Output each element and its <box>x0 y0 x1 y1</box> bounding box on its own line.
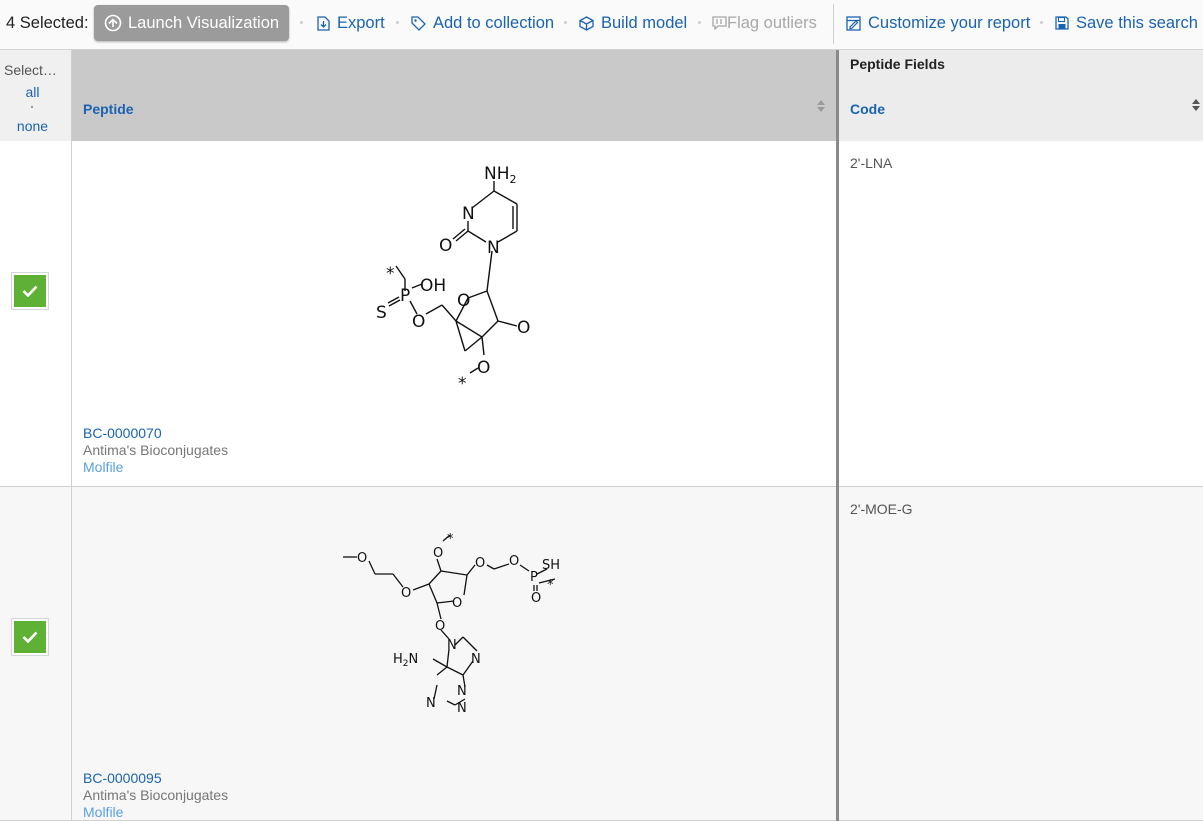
export-label: Export <box>337 13 385 32</box>
atom-o-label: O <box>477 358 490 378</box>
atom-n-label: N <box>447 638 457 653</box>
toolbar-separator-dot <box>300 21 303 24</box>
toolbar-separator-dot <box>396 21 399 24</box>
attachment-star-label: * <box>447 532 454 547</box>
peptide-code: 2'-MOE-G <box>850 501 913 517</box>
atom-p-label: P <box>400 286 410 306</box>
flag-outliers-label: Flag outliers <box>727 13 817 32</box>
atom-o-label: O <box>531 591 541 606</box>
toolbar-separator-dot <box>564 21 567 24</box>
customize-report-button[interactable]: Customize your report <box>846 0 1030 46</box>
attachment-star-label: * <box>386 264 395 284</box>
tag-icon <box>411 15 426 31</box>
atom-n-label: N <box>471 652 481 667</box>
launch-visualization-label: Launch Visualization <box>128 13 280 32</box>
customize-report-label: Customize your report <box>868 13 1031 32</box>
peptide-fields-header: Peptide Fields Code <box>839 50 1203 141</box>
table-row: NH2 N N O O O O O P OH S * * BC-0000070 … <box>0 141 1203 487</box>
select-label: Select… <box>4 62 57 78</box>
launch-visualization-button[interactable]: Launch Visualization <box>94 5 289 41</box>
add-to-collection-button[interactable]: Add to collection <box>411 0 554 46</box>
column-divider[interactable] <box>836 50 839 821</box>
toolbar-divider <box>833 4 834 44</box>
atom-n-label: N <box>457 701 467 716</box>
table-row: O O O O O O O O P SH * * N N N N N H2N B… <box>0 487 1203 821</box>
select-separator-dot <box>31 106 33 108</box>
toolbar-separator-dot <box>1040 21 1043 24</box>
peptide-column-title: Peptide <box>83 101 134 117</box>
save-icon <box>1055 16 1069 30</box>
table-header: Select… all none Peptide Peptide Fields … <box>0 50 1203 141</box>
peptide-cell: O O O O O O O O P SH * * N N N N N H2N B… <box>72 487 836 820</box>
row-select-cell <box>0 141 72 486</box>
atom-o-label: O <box>412 312 425 332</box>
chemical-structure-image: NH2 N N O O O O O P OH S * * <box>376 164 530 391</box>
peptide-code: 2'-LNA <box>850 155 893 171</box>
select-column-header: Select… all none <box>0 50 72 141</box>
atom-o-label: O <box>435 619 445 634</box>
build-model-label: Build model <box>601 13 688 32</box>
code-cell: 2'-MOE-G <box>839 487 1203 820</box>
atom-n-label: N <box>457 684 467 699</box>
visualization-icon <box>104 14 122 32</box>
chemical-structure-image: O O O O O O O O P SH * * N N N N N H2N <box>343 532 560 716</box>
atom-n-label: N <box>462 204 475 224</box>
atom-h2n-label: H2N <box>393 652 418 669</box>
atom-o-label: O <box>457 291 470 311</box>
peptide-cell: NH2 N N O O O O O P OH S * * BC-0000070 … <box>72 141 836 486</box>
attachment-star-label: * <box>547 578 554 593</box>
row-checkbox[interactable] <box>11 618 49 656</box>
atom-s-label: S <box>376 303 387 323</box>
flag-outliers-button[interactable]: Flag outliers <box>712 0 817 46</box>
save-search-label: Save this search <box>1076 13 1198 32</box>
atom-sh-label: SH <box>542 558 560 573</box>
selected-count-label: 4 Selected: <box>6 13 89 32</box>
atom-p-label: P <box>530 570 538 585</box>
atom-n-label: N <box>426 696 436 711</box>
atom-oh-label: OH <box>420 276 446 296</box>
code-column-title[interactable]: Code <box>850 101 885 117</box>
row-checkbox[interactable] <box>11 272 49 310</box>
sort-icon[interactable] <box>1192 99 1200 111</box>
peptide-source: Antima's Bioconjugates <box>83 442 229 458</box>
select-all-link[interactable]: all <box>0 84 65 100</box>
atom-o-label: O <box>401 586 411 601</box>
molfile-link[interactable]: Molfile <box>83 459 123 475</box>
atom-o-label: O <box>475 556 485 571</box>
export-button[interactable]: Export <box>317 0 385 46</box>
build-model-button[interactable]: Build model <box>579 0 687 46</box>
sort-icon[interactable] <box>817 100 825 112</box>
add-to-collection-label: Add to collection <box>433 13 555 32</box>
atom-o-label: O <box>439 236 452 256</box>
export-icon <box>317 15 330 31</box>
select-none-link[interactable]: none <box>0 118 65 134</box>
atom-n-label: N <box>487 238 500 258</box>
save-search-button[interactable]: Save this search <box>1055 0 1198 46</box>
action-toolbar: 4 Selected: Launch Visualization Export … <box>0 0 1203 50</box>
edit-report-icon <box>846 15 861 31</box>
checkmark-icon <box>22 285 38 297</box>
atom-o-label: O <box>357 551 367 566</box>
peptide-fields-group-title: Peptide Fields <box>850 56 945 72</box>
peptide-id-link[interactable]: BC-0000070 <box>83 425 162 441</box>
toolbar-separator-dot <box>698 21 701 24</box>
atom-o-label: O <box>452 596 462 611</box>
peptide-column-header[interactable]: Peptide <box>72 50 837 141</box>
cube-icon <box>579 15 594 31</box>
row-select-cell <box>0 487 72 820</box>
attachment-star-label: * <box>458 374 467 391</box>
atom-nh2-label: NH2 <box>484 164 517 186</box>
peptide-id-link[interactable]: BC-0000095 <box>83 770 162 786</box>
flag-icon <box>712 16 727 30</box>
atom-o-label: O <box>433 546 443 561</box>
atom-o-label: O <box>517 318 530 338</box>
checkmark-icon <box>22 631 38 643</box>
peptide-source: Antima's Bioconjugates <box>83 787 229 803</box>
molfile-link[interactable]: Molfile <box>83 804 123 820</box>
atom-o-label: O <box>509 554 519 569</box>
code-cell: 2'-LNA <box>839 141 1203 486</box>
